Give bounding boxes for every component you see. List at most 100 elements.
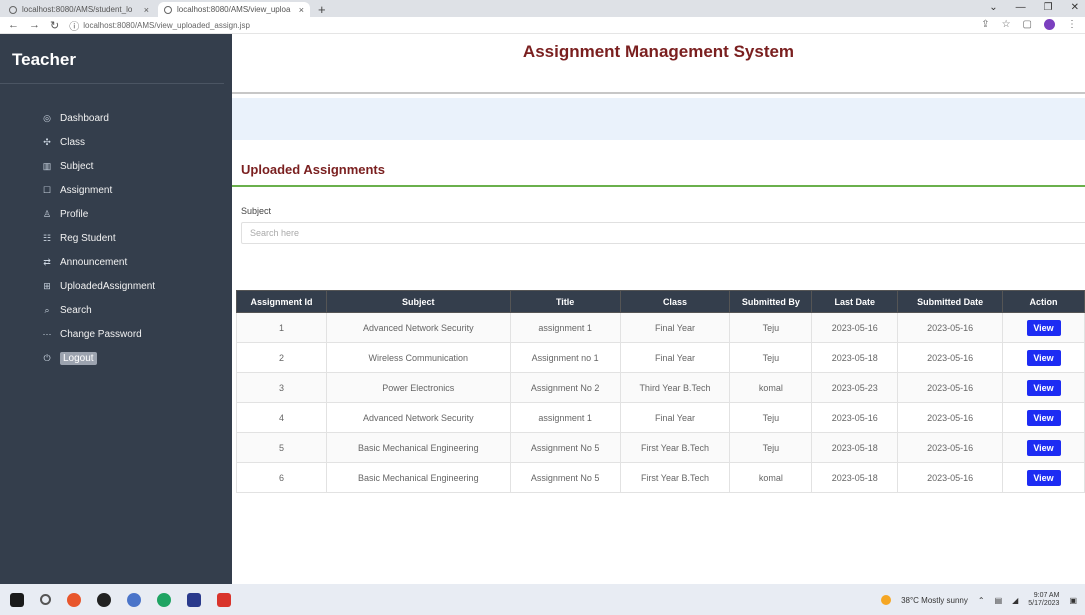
cell-last-date: 2023-05-18 xyxy=(811,342,899,373)
cell-class: Final Year xyxy=(619,312,731,343)
cell-subject: Advanced Network Security xyxy=(325,402,511,433)
view-button[interactable]: View xyxy=(1026,319,1061,336)
assignments-table: Assignment Id Subject Title Class Submit… xyxy=(236,290,1085,493)
globe-icon xyxy=(9,5,17,14)
sidebar-item-class[interactable]: ✣ Class xyxy=(0,130,232,154)
browser-tab-1[interactable]: localhost:8080/AMS/student_lo × xyxy=(3,2,155,17)
sidebar-item-assignment[interactable]: ☐ Assignment xyxy=(0,178,232,202)
app-icon[interactable] xyxy=(187,592,201,607)
view-button[interactable]: View xyxy=(1026,349,1061,366)
sidebar-item-label: Class xyxy=(60,136,86,148)
sidebar-item-profile[interactable]: ♙ Profile xyxy=(0,202,232,226)
tab-title: localhost:8080/AMS/student_lo xyxy=(22,5,133,14)
close-window-icon[interactable]: ✕ xyxy=(1071,2,1079,13)
sidebar-menu: ◎ Dashboard ✣ Class ▥ Subject ☐ Assignment ♙… xyxy=(0,106,232,370)
logout-icon: ⏻ xyxy=(43,352,51,363)
reload-icon[interactable]: ↻ xyxy=(50,19,59,32)
windows-start-icon[interactable] xyxy=(10,592,24,607)
clock-time: 9:07 AM xyxy=(1033,592,1060,599)
sidebar-item-label: Profile xyxy=(60,208,89,220)
profile-avatar-icon[interactable] xyxy=(1044,19,1055,30)
volume-icon[interactable]: ◢ xyxy=(1012,596,1018,605)
sidebar-item-dashboard[interactable]: ◎ Dashboard xyxy=(0,106,232,130)
tray-chevron-icon[interactable]: ⌃ xyxy=(978,596,985,605)
main-content: Assignment Management System Uploaded As… xyxy=(232,34,1085,584)
sidebar-item-search[interactable]: ⌕ Search xyxy=(0,298,232,322)
sidebar-item-label: Logout xyxy=(60,351,97,365)
cell-subject: Wireless Communication xyxy=(325,342,511,373)
view-button[interactable]: View xyxy=(1026,439,1061,456)
cell-submitted-by: Teju xyxy=(729,432,813,463)
column-header: Submitted Date xyxy=(897,290,1004,313)
close-tab-icon[interactable]: × xyxy=(299,5,304,15)
cell-last-date: 2023-05-23 xyxy=(811,372,899,403)
info-icon[interactable]: ⓘ xyxy=(69,18,79,33)
url-text[interactable]: localhost:8080/AMS/view_uploaded_assign.… xyxy=(83,21,250,30)
weather-text[interactable]: 38°C Mostly sunny xyxy=(901,596,968,605)
reg-student-icon: ☷ xyxy=(42,232,52,243)
star-icon[interactable]: ☆ xyxy=(1002,19,1011,30)
search-icon[interactable] xyxy=(40,594,51,605)
sidebar-item-reg-student[interactable]: ☷ Reg Student xyxy=(0,226,232,250)
app-icon[interactable] xyxy=(217,592,231,607)
clock[interactable]: 9:07 AM 5/17/2023 xyxy=(1028,592,1059,608)
app-title: Assignment Management System xyxy=(522,42,795,61)
firefox-icon[interactable] xyxy=(127,592,141,607)
forward-icon[interactable]: → xyxy=(29,19,40,31)
view-button[interactable]: View xyxy=(1026,379,1061,396)
new-tab-button[interactable]: + xyxy=(318,2,326,17)
uploaded-icon: ⊞ xyxy=(43,280,51,291)
sidebar-item-logout[interactable]: ⏻ Logout xyxy=(0,346,232,370)
search-icon: ⌕ xyxy=(44,304,50,315)
obs-icon[interactable] xyxy=(97,592,111,607)
subject-icon: ▥ xyxy=(42,160,52,171)
search-input[interactable] xyxy=(241,222,1085,244)
cell-action: View xyxy=(1002,312,1085,343)
menu-icon[interactable]: ⋮ xyxy=(1067,19,1077,30)
cell-submitted-date: 2023-05-16 xyxy=(897,432,1004,463)
top-header: Assignment Management System xyxy=(232,34,1085,94)
browser-tabbar: localhost:8080/AMS/student_lo × localhos… xyxy=(0,0,1085,17)
sidebar-item-subject[interactable]: ▥ Subject xyxy=(0,154,232,178)
cell-subject: Basic Mechanical Engineering xyxy=(325,432,511,463)
page-title: Uploaded Assignments xyxy=(241,162,385,177)
cell-title: Assignment no 1 xyxy=(509,342,621,373)
window-controls: ⌄ — ❐ ✕ xyxy=(989,2,1079,13)
column-header: Class xyxy=(619,290,731,313)
cell-last-date: 2023-05-16 xyxy=(811,312,899,343)
system-tray: 38°C Mostly sunny ⌃ ▤ ◢ 9:07 AM 5/17/202… xyxy=(881,592,1077,608)
chevron-down-icon[interactable]: ⌄ xyxy=(989,2,997,13)
minimize-icon[interactable]: — xyxy=(1016,2,1026,13)
browser-tab-2[interactable]: localhost:8080/AMS/view_uploa × xyxy=(158,2,310,17)
maximize-icon[interactable]: ❐ xyxy=(1044,2,1053,13)
dashboard-icon: ◎ xyxy=(43,112,51,123)
share-icon[interactable]: ⇪ xyxy=(981,19,989,30)
cell-subject: Power Electronics xyxy=(325,372,511,403)
cell-id: 3 xyxy=(236,372,327,403)
cell-id: 6 xyxy=(236,462,327,493)
notification-icon[interactable]: ▣ xyxy=(1069,596,1077,605)
cell-subject: Advanced Network Security xyxy=(325,312,511,343)
table-row: 1 Advanced Network Security assignment 1… xyxy=(236,312,1085,343)
cell-title: assignment 1 xyxy=(509,402,621,433)
app-icon[interactable] xyxy=(67,592,81,607)
chrome-icon[interactable] xyxy=(157,592,171,607)
column-header: Assignment Id xyxy=(236,290,327,313)
cell-title: Assignment No 5 xyxy=(509,462,621,493)
view-button[interactable]: View xyxy=(1026,469,1061,486)
cell-id: 1 xyxy=(236,312,327,343)
sidebar-toggle-icon[interactable]: ▢ xyxy=(1023,19,1032,30)
network-icon[interactable]: ▤ xyxy=(995,596,1003,605)
sidebar-item-label: Assignment xyxy=(60,184,113,196)
announcement-icon: ⇄ xyxy=(43,256,51,267)
assignment-icon: ☐ xyxy=(42,184,52,195)
table-row: 5 Basic Mechanical Engineering Assignmen… xyxy=(236,432,1085,463)
back-icon[interactable]: ← xyxy=(8,19,19,31)
sidebar-item-announcement[interactable]: ⇄ Announcement xyxy=(0,250,232,274)
close-tab-icon[interactable]: × xyxy=(144,5,149,15)
sidebar-item-change-password[interactable]: ⋯ Change Password xyxy=(0,322,232,346)
view-button[interactable]: View xyxy=(1026,409,1061,426)
sidebar-item-uploaded-assignment[interactable]: ⊞ UploadedAssignment xyxy=(0,274,232,298)
cell-submitted-by: Teju xyxy=(729,342,813,373)
sidebar-item-label: Change Password xyxy=(60,328,142,340)
